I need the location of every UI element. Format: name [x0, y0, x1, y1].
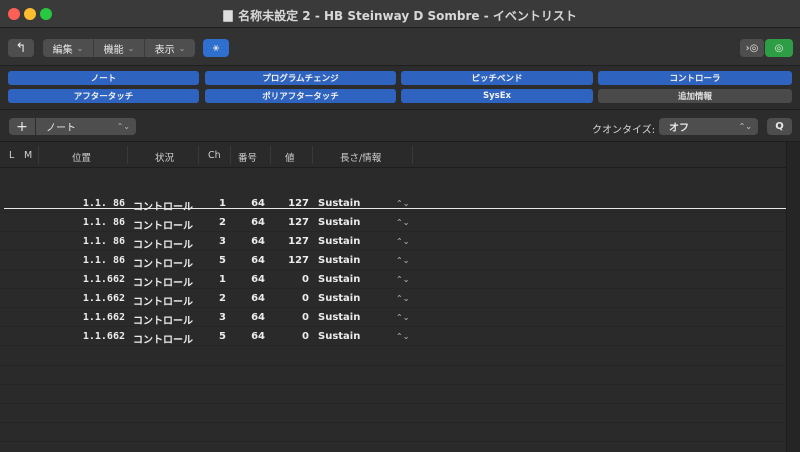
parent-level-button[interactable]: ↰	[8, 39, 34, 57]
quantize-button[interactable]: Q	[767, 118, 792, 135]
table-row[interactable]: 1.1. 86 コントロール 2 64 127 Sustain ⌃⌄	[0, 213, 786, 232]
filter-poly-aftertouch[interactable]: ポリアフタータッチ	[205, 89, 396, 103]
col-m[interactable]: M	[24, 150, 32, 161]
chevron-down-icon: ⌄	[178, 43, 186, 53]
chevron-down-icon: ⌄	[76, 43, 84, 53]
table-row[interactable]: 1.1.662 コントロール 5 64 0 Sustain ⌃⌄	[0, 327, 786, 346]
midi-in-button[interactable]: ⚹	[203, 39, 229, 57]
col-ch[interactable]: Ch	[208, 150, 221, 161]
table-row[interactable]: 1.1.662 コントロール 1 64 0 Sustain ⌃⌄	[0, 270, 786, 289]
filter-additional-info[interactable]: 追加情報	[598, 89, 792, 103]
column-header: L M 位置 状況 Ch 番号 値 長さ/情報	[0, 142, 786, 168]
row-divider	[0, 441, 786, 442]
updown-chevron-icon[interactable]: ⌃⌄	[396, 256, 409, 265]
filter-controller[interactable]: コントローラ	[598, 71, 792, 85]
functions-menu[interactable]: 機能 ⌄	[94, 39, 145, 57]
filter-sysex[interactable]: SysEx	[401, 89, 593, 103]
filter-note[interactable]: ノート	[8, 71, 199, 85]
view-menu[interactable]: 表示 ⌄	[145, 39, 195, 57]
updown-chevron-icon[interactable]: ⌃⌄	[396, 237, 409, 246]
toolbar: ↰ 編集 ⌄ 機能 ⌄ 表示 ⌄ ⚹ ›◎ ◎	[0, 28, 800, 66]
filter-pitch-bend[interactable]: ピッチベンド	[401, 71, 593, 85]
control-bar: + ノート ⌃⌄ クオンタイズ: オフ ⌃⌄ Q	[0, 110, 800, 142]
back-arrow-icon: ↰	[15, 40, 27, 56]
updown-chevron-icon[interactable]: ⌃⌄	[396, 313, 409, 322]
link-icon: ›◎	[745, 42, 759, 54]
midi-in-icon: ⚹	[212, 41, 220, 54]
updown-chevron-icon: ⌃⌄	[738, 122, 752, 131]
column-divider	[270, 146, 271, 164]
column-divider	[230, 146, 231, 164]
catch-button[interactable]: ◎	[765, 39, 793, 57]
edit-menu[interactable]: 編集 ⌄	[43, 39, 94, 57]
table-row[interactable]: 1.1. 86 コントロール 1 64 127 Sustain ⌃⌄	[0, 194, 786, 213]
table-row[interactable]: 1.1. 86 コントロール 3 64 127 Sustain ⌃⌄	[0, 232, 786, 251]
chevron-down-icon: ⌄	[127, 43, 135, 53]
add-event-button[interactable]: +	[9, 118, 35, 135]
column-divider	[198, 146, 199, 164]
column-divider	[312, 146, 313, 164]
col-l[interactable]: L	[9, 150, 14, 161]
event-type-select[interactable]: ノート ⌃⌄	[36, 118, 136, 135]
filter-program-change[interactable]: プログラムチェンジ	[205, 71, 396, 85]
link-button[interactable]: ›◎	[740, 39, 764, 57]
table-row[interactable]: 1.1. 86 コントロール 5 64 127 Sustain ⌃⌄	[0, 251, 786, 270]
row-divider	[0, 365, 786, 366]
updown-chevron-icon[interactable]: ⌃⌄	[396, 332, 409, 341]
event-list: 1.1. 86 コントロール 1 64 127 Sustain ⌃⌄ 1.1. …	[0, 168, 786, 452]
table-row[interactable]: 1.1.662 コントロール 2 64 0 Sustain ⌃⌄	[0, 289, 786, 308]
vertical-scrollbar[interactable]	[786, 142, 800, 452]
menu-group: 編集 ⌄ 機能 ⌄ 表示 ⌄	[43, 39, 195, 57]
column-divider	[412, 146, 413, 164]
event-filter-panel: ノート プログラムチェンジ ピッチベンド コントローラ アフタータッチ ポリアフ…	[0, 66, 800, 110]
col-position[interactable]: 位置	[72, 150, 91, 164]
window-title: 名称未設定 2 - HB Steinway D Sombre - イベントリスト	[0, 7, 800, 24]
col-length-info[interactable]: 長さ/情報	[340, 150, 381, 164]
updown-chevron-icon[interactable]: ⌃⌄	[396, 275, 409, 284]
document-icon	[223, 10, 234, 22]
row-divider	[0, 384, 786, 385]
column-divider	[127, 146, 128, 164]
col-number[interactable]: 番号	[238, 150, 257, 164]
col-status[interactable]: 状況	[155, 150, 174, 164]
quantize-select[interactable]: オフ ⌃⌄	[659, 118, 758, 135]
updown-chevron-icon[interactable]: ⌃⌄	[396, 294, 409, 303]
title-bar: 名称未設定 2 - HB Steinway D Sombre - イベントリスト	[0, 0, 800, 28]
table-row[interactable]: 1.1.662 コントロール 3 64 0 Sustain ⌃⌄	[0, 308, 786, 327]
col-value[interactable]: 値	[285, 150, 295, 164]
playhead-line	[4, 208, 786, 209]
updown-chevron-icon: ⌃⌄	[116, 122, 130, 131]
quantize-label: クオンタイズ:	[592, 125, 656, 136]
updown-chevron-icon[interactable]: ⌃⌄	[396, 218, 409, 227]
updown-chevron-icon[interactable]: ⌃⌄	[396, 199, 409, 208]
row-divider	[0, 403, 786, 404]
row-divider	[0, 422, 786, 423]
filter-aftertouch[interactable]: アフタータッチ	[8, 89, 199, 103]
column-divider	[38, 146, 39, 164]
catch-icon: ◎	[774, 42, 784, 54]
